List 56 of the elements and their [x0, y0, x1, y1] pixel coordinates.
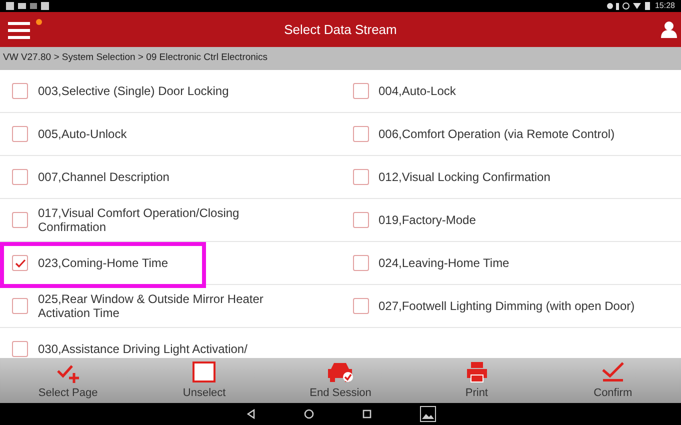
- check-icon: [14, 258, 26, 268]
- item-label: 012,Visual Locking Confirmation: [378, 170, 550, 184]
- checkbox[interactable]: [352, 83, 368, 99]
- checkbox[interactable]: [352, 212, 368, 228]
- breadcrumb: VW V27.80 > System Selection > 09 Electronic Ctrl Electronics: [3, 51, 268, 66]
- item-label: 025,Rear Window & Outside Mirror Heater Activation Time: [38, 292, 264, 320]
- checkbox[interactable]: [12, 83, 28, 99]
- confirm-check-icon: [600, 361, 625, 383]
- list-item[interactable]: 024,Leaving-Home Time: [340, 242, 681, 285]
- list-item[interactable]: 003,Selective (Single) Door Locking: [0, 70, 340, 113]
- checkbox[interactable]: [12, 126, 28, 142]
- gallery-icon[interactable]: [420, 406, 436, 422]
- item-label: 005,Auto-Unlock: [38, 126, 127, 142]
- list-item[interactable]: 005,Auto-Unlock: [0, 113, 340, 156]
- checkbox[interactable]: [352, 255, 368, 271]
- status-icons: [606, 2, 651, 10]
- toolbar-button[interactable]: Unselect: [136, 358, 272, 404]
- checkbox[interactable]: [352, 298, 368, 314]
- empty-checkbox-icon: [192, 361, 216, 383]
- item-label: 024,Leaving-Home Time: [378, 256, 510, 270]
- item-label: 003,Selective (Single) Door Locking: [38, 84, 229, 98]
- checkbox[interactable]: [12, 298, 28, 314]
- list-item[interactable]: 012,Visual Locking Confirmation: [340, 156, 681, 199]
- list-item[interactable]: 025,Rear Window & Outside Mirror Heater Activation Time: [0, 285, 340, 328]
- list-item[interactable]: 017,Visual Comfort Operation/Closing Confirmation: [0, 199, 340, 242]
- checkbox[interactable]: [352, 169, 368, 185]
- item-label: 004,Auto-Lock: [378, 84, 456, 98]
- checkbox[interactable]: [12, 212, 28, 228]
- toolbar-button[interactable]: Select Page: [0, 358, 136, 404]
- item-label: 019,Factory-Mode: [378, 212, 476, 228]
- list-item[interactable]: 027,Footwell Lighting Dimming (with open Door): [340, 285, 681, 328]
- item-label: 007,Channel Description: [38, 170, 170, 184]
- list-item[interactable]: 019,Factory-Mode: [340, 199, 681, 242]
- list-item[interactable]: 006,Comfort Operation (via Remote Control): [340, 113, 681, 156]
- screen-title: Select Data Stream: [284, 20, 397, 39]
- list-item[interactable]: 004,Auto-Lock: [340, 70, 681, 113]
- recents-icon[interactable]: [362, 409, 372, 419]
- car-icon: [326, 361, 354, 383]
- user-icon[interactable]: [661, 21, 677, 38]
- toolbar-button[interactable]: Confirm: [544, 358, 681, 404]
- clock: 15:28: [654, 0, 675, 12]
- item-label: 006,Comfort Operation (via Remote Control): [378, 126, 615, 142]
- checkbox[interactable]: [12, 169, 28, 185]
- back-icon[interactable]: [246, 409, 256, 419]
- check-plus-icon: [56, 363, 80, 383]
- item-label: 017,Visual Comfort Operation/Closing Confirmation: [38, 206, 240, 234]
- item-label: 023,Coming-Home Time: [38, 256, 168, 270]
- printer-icon: [466, 361, 488, 383]
- list-item[interactable]: 007,Channel Description: [0, 156, 340, 199]
- list-item[interactable]: 023,Coming-Home Time: [0, 242, 340, 285]
- home-icon[interactable]: [304, 409, 314, 419]
- item-label: 030,Assistance Driving Light Activation/: [38, 342, 248, 356]
- checkbox[interactable]: [352, 126, 368, 142]
- checkbox[interactable]: [12, 341, 28, 357]
- item-label: 027,Footwell Lighting Dimming (with open Door): [378, 298, 635, 314]
- checkbox[interactable]: [12, 255, 28, 271]
